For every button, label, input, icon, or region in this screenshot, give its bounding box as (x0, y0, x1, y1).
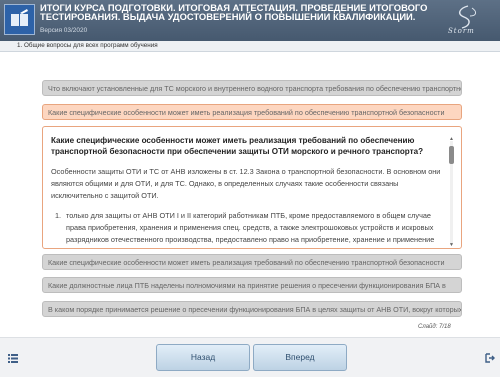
question-label: В каком порядке принимается решение о пр… (48, 305, 462, 314)
page-title: ИТОГИ КУРСА ПОДГОТОВКИ. ИТОГОВАЯ АТТЕСТА… (40, 2, 428, 22)
question-row[interactable]: Какие специфические особенности может им… (42, 254, 462, 270)
answer-panel: Какие специфические особенности может им… (42, 126, 462, 249)
answer-question-title: Какие специфические особенности может им… (51, 136, 424, 156)
slide-counter: Слайд: 7/18 (418, 324, 451, 330)
scrollbar-thumb[interactable] (449, 146, 454, 164)
breadcrumb: 1. Общие вопросы для всех программ обуче… (0, 41, 500, 52)
forward-button[interactable]: Вперед (253, 344, 347, 371)
question-row-active[interactable]: Какие специфические особенности может им… (42, 104, 462, 120)
triangle-down-icon[interactable]: ▼ (449, 242, 454, 248)
book-icon (4, 4, 35, 35)
answer-scrollbar[interactable]: ▲ ▼ (449, 136, 454, 248)
header-bar: ИТОГИ КУРСА ПОДГОТОВКИ. ИТОГОВАЯ АТТЕСТА… (0, 0, 500, 41)
back-button[interactable]: Назад (156, 344, 250, 371)
version-label: Версия 03/2020 (40, 27, 88, 34)
question-row[interactable]: Что включают установленные для ТС морско… (42, 80, 462, 96)
menu-icon[interactable] (8, 353, 18, 363)
triangle-up-icon[interactable]: ▲ (449, 136, 454, 142)
question-label: Что включают установленные для ТС морско… (48, 84, 461, 93)
question-label: Какие специфические особенности может им… (48, 108, 445, 117)
brand-name: Storm (448, 27, 475, 35)
answer-list-item: 1. только для защиты от АНВ ОТИ I и II к… (51, 210, 449, 246)
footer-bar (0, 337, 500, 377)
list-item-text: только для защиты от АНВ ОТИ I и II кате… (66, 211, 435, 244)
question-label: Какие должностные лица ПТБ наделены полн… (48, 281, 446, 290)
list-number: 1. (55, 211, 62, 220)
breadcrumb-label: 1. Общие вопросы для всех программ обуче… (17, 42, 158, 49)
question-row[interactable]: Какие должностные лица ПТБ наделены полн… (42, 277, 462, 293)
answer-paragraph: Особенности защиты ОТИ и ТС от АНВ излож… (51, 167, 441, 200)
question-label: Какие специфические особенности может им… (48, 258, 445, 267)
exit-icon[interactable] (485, 353, 495, 363)
question-row[interactable]: В каком порядке принимается решение о пр… (42, 301, 462, 317)
